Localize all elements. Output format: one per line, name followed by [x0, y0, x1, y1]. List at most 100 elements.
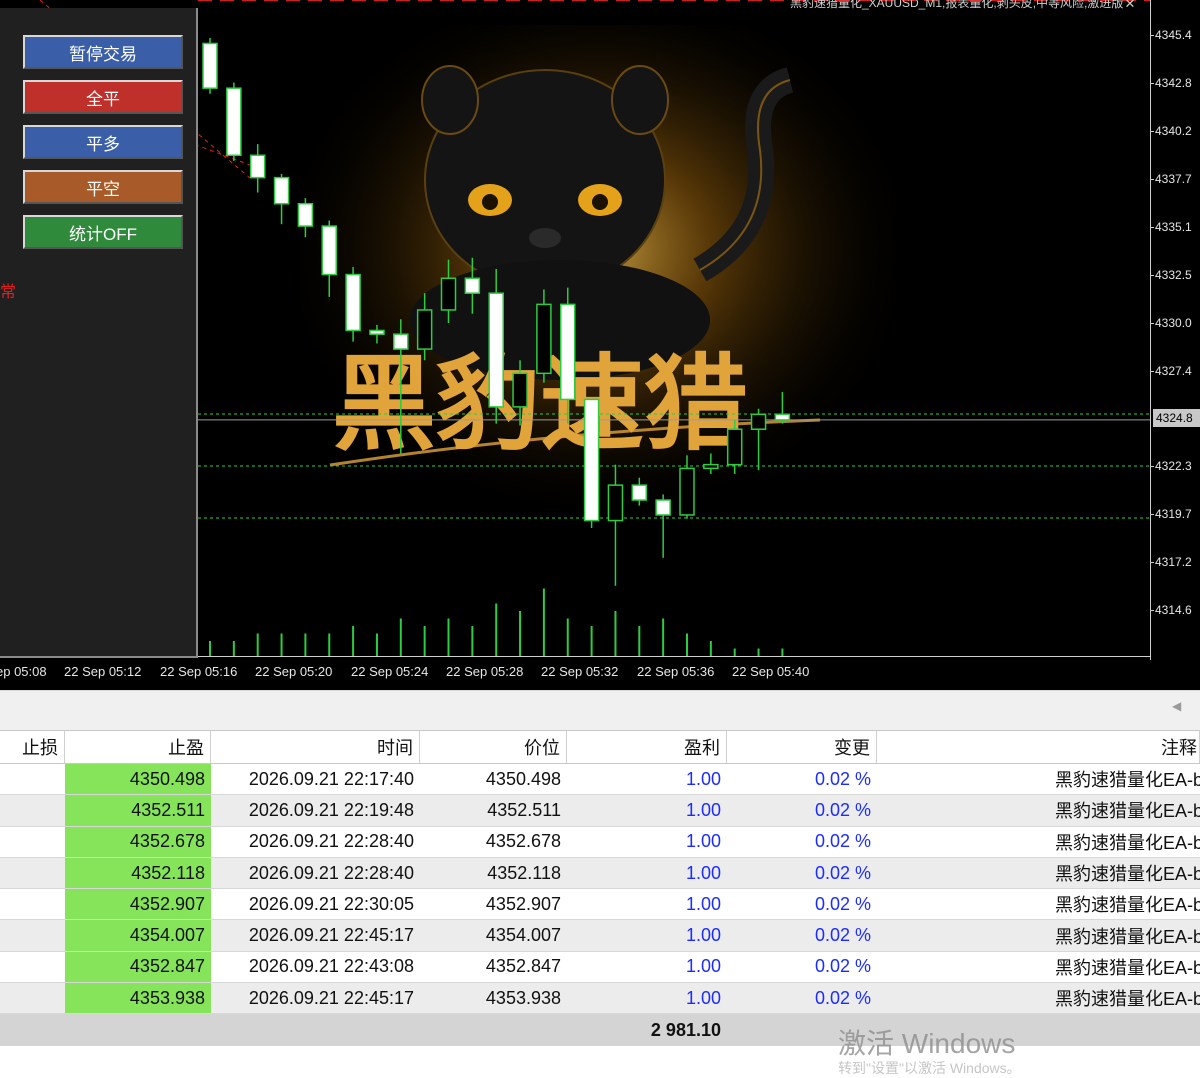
chart-window[interactable]: 黑豹速猎 黑豹速猎量化_XAUUSD_M1,报表量化,剥头皮,中等风险,激进版 … — [0, 0, 1200, 690]
activate-windows-hint: 转到"设置"以激活 Windows。 — [838, 1060, 1021, 1076]
price-tick: 4345.4 — [1150, 28, 1192, 42]
pause-trading-button[interactable]: 暂停交易 — [23, 35, 183, 69]
price-tick: 4340.2 — [1150, 124, 1192, 138]
cell-price: 4352.907 — [485, 893, 561, 914]
time-tick: 22 Sep 05:12 — [64, 664, 142, 679]
bull-candle — [536, 303, 552, 375]
col-header-change[interactable]: 变更 — [727, 731, 877, 763]
bear-candle — [249, 154, 266, 179]
cell-price: 4352.847 — [485, 956, 561, 977]
bear-candle — [297, 202, 314, 227]
bear-candle — [488, 292, 504, 408]
price-tick: 4317.2 — [1150, 555, 1192, 569]
cell-change: 0.02 % — [814, 987, 871, 1008]
current-price-label: 4324.8 — [1153, 409, 1200, 427]
toolbox-tabs-bar: ◀ — [0, 690, 1200, 731]
price-tick: 4314.6 — [1150, 603, 1192, 617]
time-axis[interactable]: ep 05:08 22 Sep 05:12 22 Sep 05:16 22 Se… — [0, 656, 1150, 690]
cell-tp: 4352.118 — [65, 857, 211, 889]
cell-time: 2026.09.21 22:45:17 — [248, 987, 414, 1008]
close-short-button[interactable]: 平空 — [23, 170, 183, 204]
price-axis[interactable]: 4345.4 4342.8 4340.2 4337.7 4335.1 4332.… — [1150, 0, 1200, 660]
table-row[interactable]: 4352.118 2026.09.21 22:28:40 4352.118 1.00 0… — [0, 857, 1200, 890]
close-icon[interactable]: ✕ — [1122, 0, 1138, 12]
cell-time: 2026.09.21 22:30:05 — [248, 893, 414, 914]
col-header-comment[interactable]: 注释 — [877, 731, 1200, 763]
cell-profit: 1.00 — [685, 768, 721, 789]
bull-candle — [750, 413, 767, 430]
bear-candle — [393, 333, 409, 350]
bear-candle — [321, 225, 337, 276]
bear-candle — [369, 329, 385, 335]
table-row[interactable]: 4353.938 2026.09.21 22:45:17 4353.938 1.00 0… — [0, 983, 1200, 1015]
time-tick: ep 05:08 — [0, 664, 47, 679]
cell-tp: 4350.498 — [65, 764, 211, 795]
col-header-sl[interactable]: 止损 — [0, 731, 65, 763]
bear-candle — [631, 484, 648, 501]
cell-price: 4352.678 — [485, 831, 561, 852]
cell-price: 4352.511 — [487, 799, 561, 820]
price-tick: 4319.7 — [1150, 507, 1192, 521]
col-header-tp[interactable]: 止盈 — [65, 731, 211, 763]
cell-comment: 黑豹速猎量化EA-b — [1055, 864, 1200, 885]
cell-profit: 1.00 — [685, 862, 721, 883]
cell-price: 4353.938 — [485, 987, 561, 1008]
table-row[interactable]: 4352.511 2026.09.21 22:19:48 4352.511 1.00 0… — [0, 795, 1200, 827]
cell-sl — [0, 827, 65, 857]
cell-tp: 4354.007 — [65, 920, 211, 951]
table-row[interactable]: 4350.498 2026.09.21 22:17:40 4350.498 1.00 0… — [0, 764, 1200, 796]
cell-comment: 黑豹速猎量化EA-b — [1055, 832, 1200, 853]
table-row[interactable]: 4354.007 2026.09.21 22:45:17 4354.007 1.00 0… — [0, 920, 1200, 952]
cell-change: 0.02 % — [814, 862, 871, 883]
time-tick: 22 Sep 05:40 — [732, 664, 810, 679]
cell-sl — [0, 952, 65, 982]
cell-sl — [0, 795, 65, 825]
col-header-time[interactable]: 时间 — [211, 731, 420, 763]
cell-sl — [0, 858, 65, 888]
cell-change: 0.02 % — [814, 893, 871, 914]
col-header-price[interactable]: 价位 — [420, 731, 567, 763]
cell-tp: 4352.847 — [65, 951, 211, 983]
stats-toggle-button[interactable]: 统计OFF — [23, 215, 183, 249]
bear-candle — [774, 413, 791, 421]
bull-candle — [607, 484, 624, 522]
bull-candle — [440, 277, 457, 311]
cell-comment: 黑豹速猎量化EA-b — [1055, 989, 1200, 1010]
close-long-button[interactable]: 平多 — [23, 125, 183, 159]
price-tick: 4337.7 — [1150, 172, 1192, 186]
time-tick: 22 Sep 05:20 — [255, 664, 333, 679]
cell-price: 4350.498 — [485, 768, 561, 789]
table-row[interactable]: 4352.847 2026.09.21 22:43:08 4352.847 1.00 0… — [0, 951, 1200, 984]
price-tick: 4327.4 — [1150, 364, 1192, 378]
cell-sl — [0, 764, 65, 794]
table-row[interactable]: 4352.907 2026.09.21 22:30:05 4352.907 1.00 0… — [0, 889, 1200, 921]
cell-comment: 黑豹速猎量化EA-b — [1055, 770, 1200, 791]
table-row[interactable]: 4352.678 2026.09.21 22:28:40 4352.678 1.00 0… — [0, 826, 1200, 858]
cell-change: 0.02 % — [814, 799, 871, 820]
price-tick: 4332.5 — [1150, 268, 1192, 282]
cell-time: 2026.09.21 22:45:17 — [248, 925, 414, 946]
bear-candle — [345, 273, 361, 332]
bear-candle — [273, 176, 290, 205]
time-tick: 22 Sep 05:24 — [351, 664, 429, 679]
price-tick: 4330.0 — [1150, 316, 1192, 330]
cell-time: 2026.09.21 22:43:08 — [248, 956, 414, 977]
cell-comment: 黑豹速猎量化EA-b — [1055, 801, 1200, 822]
time-tick: 22 Sep 05:32 — [541, 664, 619, 679]
cell-profit: 1.00 — [685, 987, 721, 1008]
ea-status-text: 常 — [0, 284, 17, 301]
col-header-profit[interactable]: 盈利 — [567, 731, 727, 763]
cell-comment: 黑豹速猎量化EA-b — [1055, 926, 1200, 947]
table-body: 4350.498 2026.09.21 22:17:40 4350.498 1.00 0… — [0, 764, 1200, 1015]
cell-price: 4352.118 — [487, 862, 561, 883]
cell-profit: 1.00 — [685, 956, 721, 977]
cell-change: 0.02 % — [814, 956, 871, 977]
scroll-left-icon[interactable]: ◀ — [1172, 699, 1181, 713]
bear-candle — [464, 277, 481, 294]
cell-comment: 黑豹速猎量化EA-b — [1055, 957, 1200, 978]
cell-profit: 1.00 — [685, 925, 721, 946]
close-all-button[interactable]: 全平 — [23, 80, 183, 114]
cell-time: 2026.09.21 22:19:48 — [248, 799, 414, 820]
cell-tp: 4352.511 — [65, 795, 211, 826]
bull-candle — [703, 463, 719, 470]
